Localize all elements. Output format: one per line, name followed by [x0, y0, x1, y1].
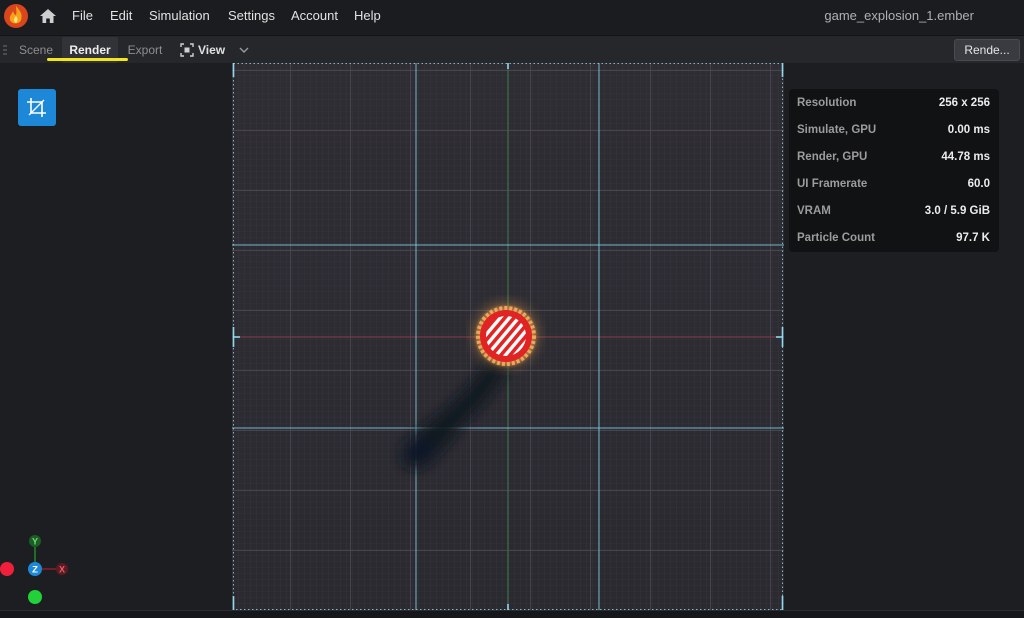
render-button[interactable]: Rende... — [954, 39, 1020, 61]
menu-bar: File Edit Simulation Settings Account He… — [0, 0, 1024, 34]
tab-export[interactable]: Export — [122, 37, 168, 63]
stat-value: 3.0 / 5.9 GiB — [924, 205, 990, 217]
bottom-status-strip — [0, 610, 1024, 618]
axis-z-label: Z — [32, 565, 38, 576]
stat-row-ui-framerate: UI Framerate 60.0 — [789, 171, 999, 198]
stat-value: 0.00 ms — [947, 124, 990, 136]
stat-label: Resolution — [797, 97, 857, 109]
stat-label: VRAM — [797, 205, 831, 217]
axis-x-label: X — [59, 565, 65, 575]
stat-label: Render, GPU — [797, 151, 868, 163]
axis-y-label: Y — [32, 537, 38, 547]
menu-settings[interactable]: Settings — [228, 0, 275, 34]
axis-neg-x-handle[interactable] — [0, 562, 14, 576]
focus-frame-icon — [180, 43, 194, 57]
view-dropdown-label: View — [198, 43, 226, 57]
tab-bar: Scene Render Export View Rende... — [0, 35, 1024, 63]
menu-file[interactable]: File — [72, 0, 93, 34]
explosion-emitter[interactable] — [473, 302, 539, 368]
left-tool-panel — [0, 63, 232, 610]
stat-value: 97.7 K — [956, 232, 990, 244]
stat-row-vram: VRAM 3.0 / 5.9 GiB — [789, 198, 999, 225]
stat-value: 256 x 256 — [938, 97, 990, 109]
render-stats-panel: Resolution 256 x 256 Simulate, GPU 0.00 … — [789, 89, 999, 252]
crop-tool-button[interactable] — [18, 89, 56, 126]
menu-help[interactable]: Help — [354, 0, 381, 34]
crop-icon — [27, 98, 46, 117]
stat-row-resolution: Resolution 256 x 256 — [789, 90, 999, 117]
menu-simulation[interactable]: Simulation — [149, 0, 210, 34]
home-icon[interactable] — [38, 6, 58, 26]
drag-grip-icon[interactable] — [3, 44, 7, 56]
stat-row-particle-count: Particle Count 97.7 K — [789, 225, 999, 252]
menu-edit[interactable]: Edit — [110, 0, 132, 34]
stat-label: Particle Count — [797, 232, 875, 244]
flame-logo-icon — [4, 4, 28, 28]
render-viewport[interactable] — [232, 63, 784, 610]
stat-row-simulate-gpu: Simulate, GPU 0.00 ms — [789, 117, 999, 144]
stat-label: Simulate, GPU — [797, 124, 877, 136]
stat-row-render-gpu: Render, GPU 44.78 ms — [789, 144, 999, 171]
axis-gizmo[interactable]: Y X Z — [0, 530, 80, 610]
stat-value: 60.0 — [967, 178, 990, 190]
chevron-down-icon — [239, 47, 249, 53]
stat-value: 44.78 ms — [941, 151, 990, 163]
document-title: game_explosion_1.ember — [824, 8, 974, 23]
annotation-underline — [47, 58, 128, 61]
menu-account[interactable]: Account — [291, 0, 338, 34]
stat-label: UI Framerate — [797, 178, 868, 190]
axis-neg-y-handle[interactable] — [28, 590, 42, 604]
view-dropdown[interactable]: View — [180, 37, 251, 63]
